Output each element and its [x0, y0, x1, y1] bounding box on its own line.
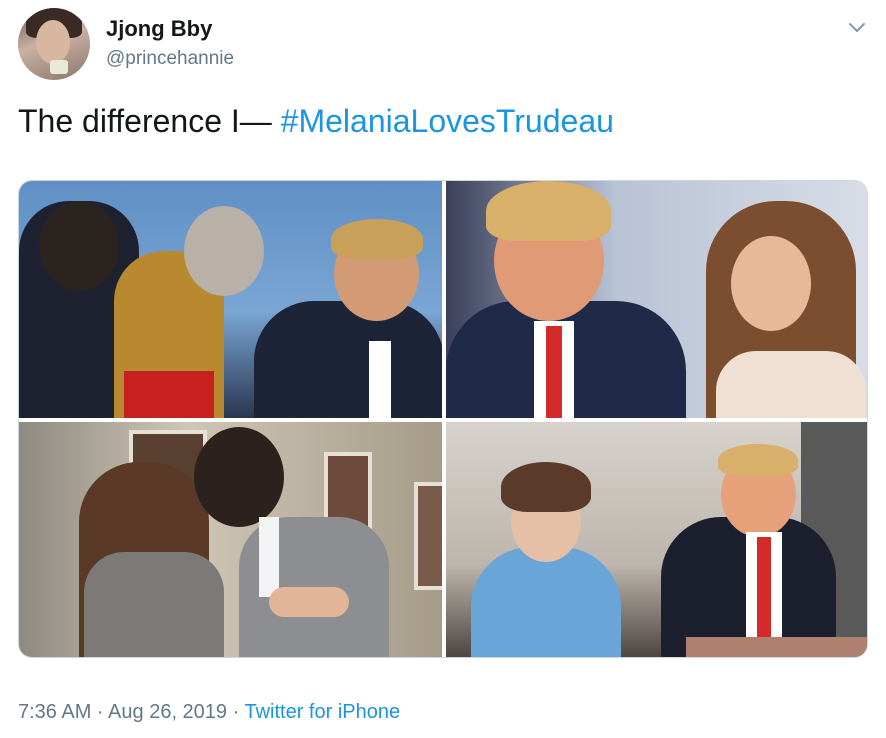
photo-2-hair-left [486, 181, 611, 241]
timestamp[interactable]: 7:36 AM · Aug 26, 2019 · [18, 701, 244, 723]
media-grid [18, 180, 868, 658]
avatar[interactable] [18, 8, 90, 80]
photo-1[interactable] [19, 181, 442, 418]
photo-4-blue-dress [471, 547, 621, 657]
display-name[interactable]: Jjong Bby [106, 16, 212, 42]
photo-4-red-tie [757, 537, 771, 649]
chevron-down-icon[interactable] [846, 16, 868, 38]
photo-2-red-tie [546, 326, 562, 418]
photo-3-hair-man [194, 427, 284, 527]
photo-3-shirt [259, 517, 279, 597]
photo-1-figure-back [184, 206, 264, 296]
photo-1-suit-right [254, 301, 442, 418]
photo-3-frame-3 [414, 482, 442, 590]
photo-4-hair-right [718, 444, 798, 476]
photo-4-flowers [686, 637, 867, 657]
photo-2-face-right [731, 236, 811, 331]
avatar-face [36, 20, 70, 64]
source-link[interactable]: Twitter for iPhone [244, 701, 400, 723]
photo-1-hair-left [39, 201, 119, 291]
photo-4-hair-left [501, 462, 591, 512]
photo-3-plaid-jacket [84, 552, 224, 657]
photo-3-hand [269, 587, 349, 617]
user-handle[interactable]: @princehannie [106, 47, 234, 71]
photo-1-red-dress [124, 371, 214, 418]
photo-2-dress [716, 351, 866, 418]
hashtag-link[interactable]: #MelaniaLovesTrudeau [281, 103, 614, 139]
tweet-text-prefix: The difference I— [18, 103, 281, 139]
photo-1-shirt [369, 341, 391, 418]
tweet-text: The difference I— #MelaniaLovesTrudeau [18, 102, 614, 140]
tweet-meta: 7:36 AM · Aug 26, 2019 · Twitter for iPh… [18, 699, 400, 725]
photo-4[interactable] [446, 422, 867, 657]
photo-1-hair-right [331, 219, 423, 259]
photo-3[interactable] [19, 422, 442, 657]
photo-2[interactable] [446, 181, 867, 418]
avatar-cup [50, 60, 68, 74]
